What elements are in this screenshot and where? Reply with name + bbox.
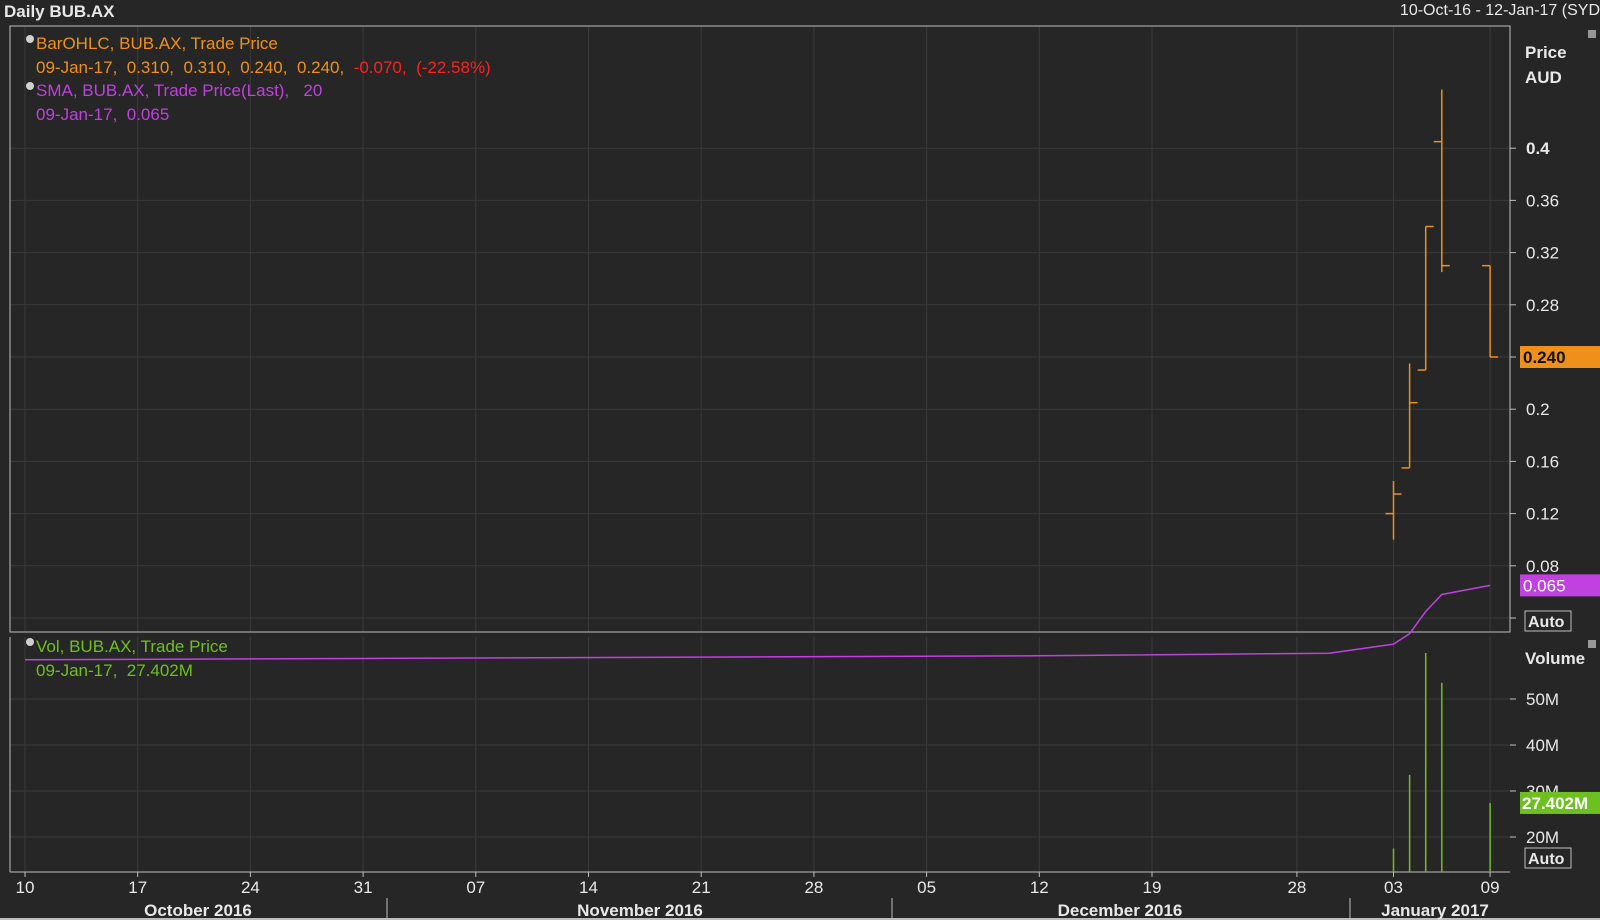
volume-series bbox=[1392, 653, 1491, 872]
pin-icon[interactable] bbox=[26, 82, 34, 90]
month-label: December 2016 bbox=[1058, 901, 1183, 920]
x-tick-label: 05 bbox=[917, 878, 936, 897]
price-axis-title: Price bbox=[1525, 43, 1567, 62]
x-tick-label: 12 bbox=[1030, 878, 1049, 897]
x-tick-label: 24 bbox=[241, 878, 260, 897]
volume-legend: Vol, BUB.AX, Trade Price 09-Jan-17, 27.4… bbox=[26, 637, 228, 681]
price-tick-label: 0.32 bbox=[1526, 244, 1559, 263]
pin-icon[interactable] bbox=[26, 35, 34, 43]
ohlc-bar bbox=[1417, 225, 1434, 371]
panel-frames bbox=[0, 25, 1600, 920]
x-tick-label: 28 bbox=[804, 878, 823, 897]
ohlc-change: -0.070 bbox=[353, 58, 402, 77]
x-tick-label: 19 bbox=[1143, 878, 1162, 897]
sma-period: 20 bbox=[303, 81, 323, 100]
price-tick-label: 0.4 bbox=[1526, 139, 1550, 158]
volume-axis-title: Volume bbox=[1525, 649, 1585, 668]
x-tick-label: 17 bbox=[128, 878, 147, 897]
x-tick-label: 31 bbox=[354, 878, 373, 897]
ohlc-series bbox=[1385, 89, 1499, 540]
sma-series bbox=[24, 584, 1491, 661]
price-tick-label: 0.36 bbox=[1526, 191, 1559, 210]
volume-legend-name: Vol, BUB.AX, Trade Price bbox=[36, 637, 228, 656]
volume-tick-label: 20M bbox=[1526, 828, 1559, 847]
month-label: January 2017 bbox=[1381, 901, 1489, 920]
price-axis-unit: AUD bbox=[1525, 68, 1562, 87]
volume-tick-label: 50M bbox=[1526, 690, 1559, 709]
x-tick-label: 10 bbox=[16, 878, 35, 897]
ohlc-change-pct: (-22.58%) bbox=[416, 58, 491, 77]
volume-auto-label: Auto bbox=[1528, 851, 1565, 868]
sma-value: 0.065 bbox=[126, 105, 170, 124]
ohlc-low: 0.240 bbox=[240, 58, 283, 77]
x-tick-label: 03 bbox=[1384, 878, 1403, 897]
panel-menu-icon bbox=[1588, 30, 1596, 38]
ohlc-bar bbox=[1482, 264, 1499, 358]
ohlc-date: 09-Jan-17 bbox=[36, 58, 113, 77]
price-tick-label: 0.28 bbox=[1526, 296, 1559, 315]
ohlc-legend-name: BarOHLC, BUB.AX, Trade Price bbox=[36, 34, 278, 53]
x-tick-label: 14 bbox=[579, 878, 598, 897]
x-tick-label: 21 bbox=[692, 878, 711, 897]
ohlc-bar bbox=[1385, 480, 1402, 540]
month-label: November 2016 bbox=[577, 901, 703, 920]
x-tick-label: 28 bbox=[1287, 878, 1306, 897]
ohlc-legend: BarOHLC, BUB.AX, Trade Price 09-Jan-17, … bbox=[26, 34, 491, 78]
ohlc-close: 0.240 bbox=[296, 58, 340, 77]
pin-icon[interactable] bbox=[26, 638, 34, 646]
chart-canvas[interactable]: PriceAUD0.040.080.120.160.20.240.280.320… bbox=[0, 0, 1600, 920]
axes: PriceAUD0.040.080.120.160.20.240.280.320… bbox=[16, 30, 1600, 920]
price-tick-label: 0.2 bbox=[1526, 400, 1550, 419]
price-tick-label: 0.16 bbox=[1526, 452, 1559, 471]
sma-legend: SMA, BUB.AX, Trade Price(Last), 20 09-Ja… bbox=[26, 81, 323, 125]
price-tick-label: 0.08 bbox=[1526, 557, 1559, 576]
sma-tag-text: 0.065 bbox=[1523, 576, 1566, 595]
sma-line bbox=[24, 584, 1491, 661]
volume-tag-text: 27.402M bbox=[1522, 794, 1588, 813]
sma-date: 09-Jan-17 bbox=[36, 105, 113, 124]
price-auto-label: Auto bbox=[1528, 614, 1565, 631]
month-label: October 2016 bbox=[144, 901, 252, 920]
sma-legend-name: SMA, BUB.AX, Trade Price(Last), bbox=[36, 81, 290, 100]
volume-grid bbox=[10, 637, 1510, 872]
panel-menu-icon bbox=[1588, 640, 1596, 648]
price-tick-label: 0.12 bbox=[1526, 505, 1559, 524]
x-tick-label: 09 bbox=[1481, 878, 1500, 897]
x-tick-label: 07 bbox=[466, 878, 485, 897]
ohlc-legend-values: 09-Jan-17, 0.310, 0.310, 0.240, 0.240, -… bbox=[36, 58, 491, 77]
volume-tick-label: 40M bbox=[1526, 736, 1559, 755]
ohlc-open: 0.310 bbox=[126, 58, 170, 77]
ohlc-high: 0.310 bbox=[183, 58, 227, 77]
volume-value: 27.402M bbox=[126, 661, 193, 680]
ohlc-bar bbox=[1401, 363, 1418, 469]
volume-date: 09-Jan-17 bbox=[36, 661, 113, 680]
last-price-tag-text: 0.240 bbox=[1523, 348, 1566, 367]
ohlc-bar bbox=[1433, 89, 1450, 273]
